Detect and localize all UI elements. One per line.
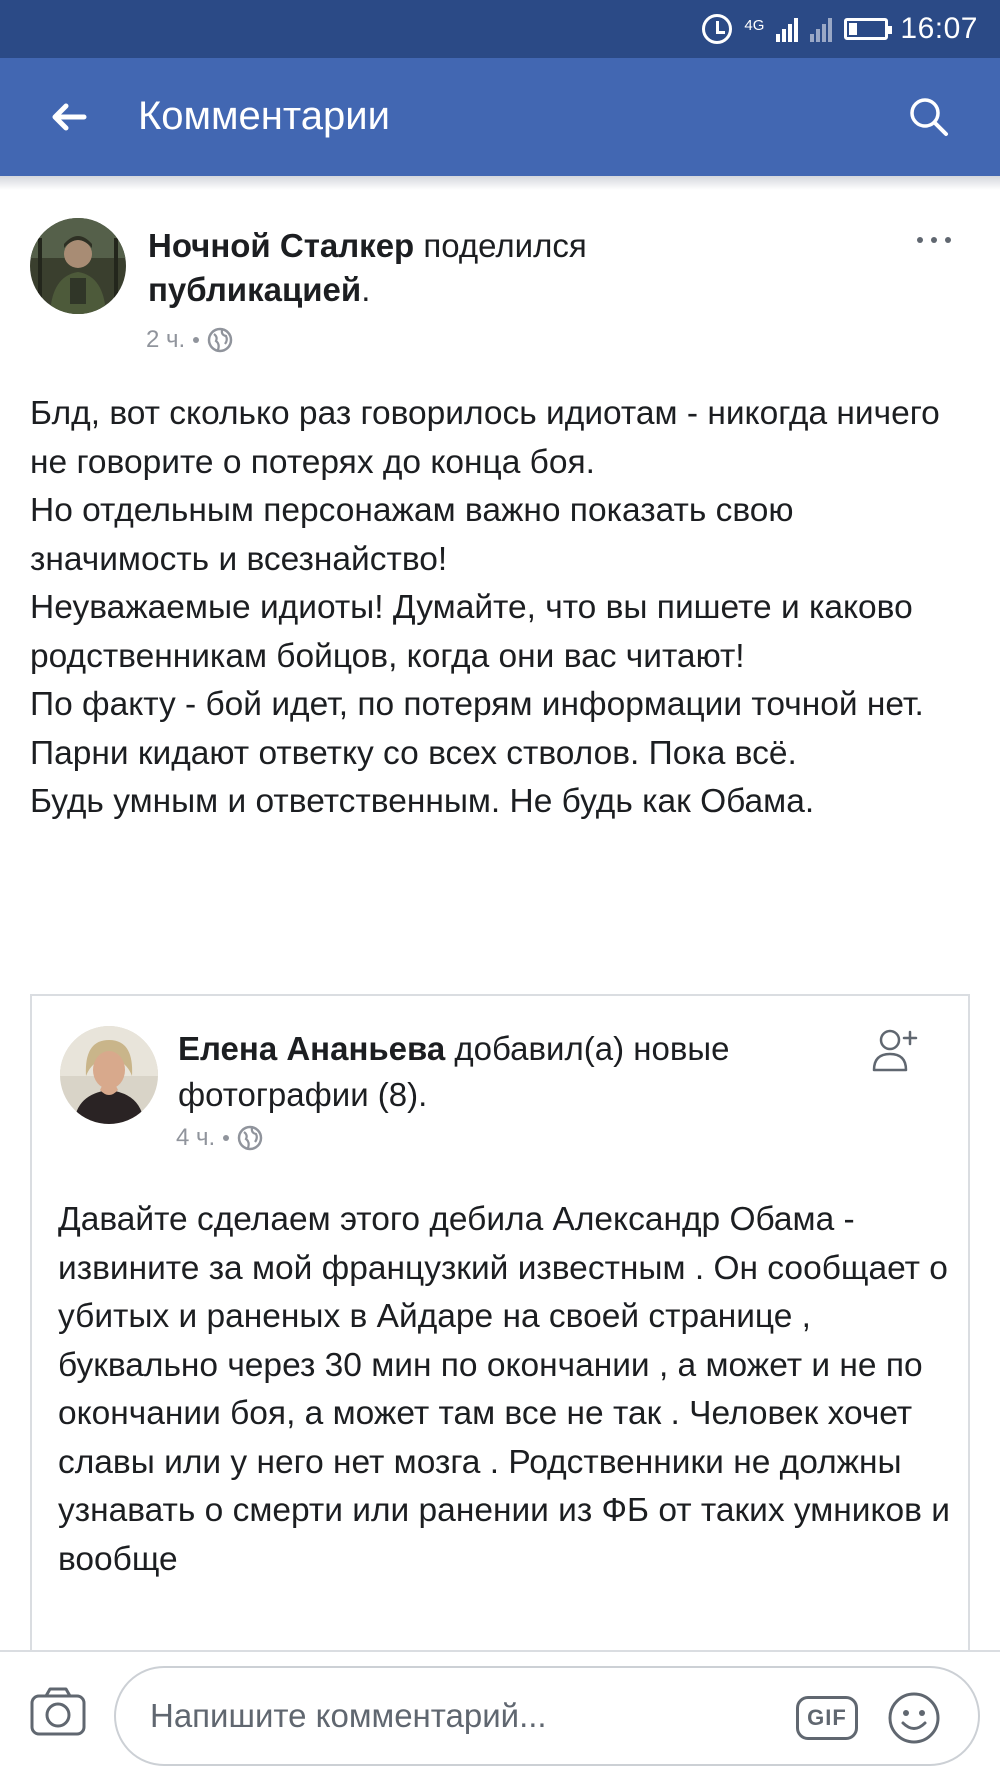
post-timestamp[interactable]: 2 ч. (146, 326, 185, 354)
post-paragraph: Будь умным и ответственным. Не будь как … (30, 783, 815, 820)
comment-placeholder: Напишите комментарий... (150, 1697, 547, 1734)
post-header-period: . (361, 271, 371, 308)
post-author-name[interactable]: Ночной Сталкер (148, 227, 414, 264)
post-shared-object[interactable]: публикацией (148, 271, 361, 308)
page-title: Комментарии (138, 94, 390, 138)
header-shadow (0, 176, 1000, 190)
more-horizontal-icon (917, 237, 923, 243)
shared-post-body: Давайте сделаем этого дебила Александр О… (58, 1201, 950, 1578)
post-paragraph: По факту - бой идет, по потерям информац… (30, 686, 924, 723)
status-icons: 4G 16:07 (702, 10, 978, 48)
post-paragraph: Неуважаемые идиоты! Думайте, что вы пише… (30, 589, 913, 675)
signal-icon (776, 16, 799, 42)
avatar-image (60, 1026, 158, 1124)
globe-icon (237, 1125, 263, 1151)
emoji-icon (888, 1692, 940, 1744)
post-header: Ночной Сталкер поделился публикацией. (148, 224, 788, 312)
post-action: поделился (423, 227, 587, 264)
clock: 16:07 (900, 12, 978, 45)
alarm-icon (702, 14, 733, 44)
add-friend-icon (872, 1029, 918, 1072)
search-icon (910, 98, 948, 136)
app-header: Комментарии (0, 58, 1000, 176)
shared-post-meta: 4 ч. (176, 1124, 263, 1152)
author-avatar[interactable] (30, 218, 126, 314)
arrow-left-icon (52, 103, 87, 131)
post-paragraph: Но отдельным персонажам важно показать с… (30, 492, 794, 578)
emoji-button[interactable] (886, 1690, 942, 1746)
separator-dot (193, 337, 200, 343)
post-meta: 2 ч. (146, 326, 233, 354)
battery-icon (844, 18, 893, 40)
network-type: 4G (744, 16, 765, 34)
shared-author-avatar[interactable] (60, 1026, 158, 1124)
shared-author-name[interactable]: Елена Ананьева (178, 1030, 445, 1067)
gif-button[interactable]: GIF (796, 1696, 858, 1740)
comment-input[interactable]: Напишите комментарий... GIF (114, 1666, 980, 1766)
camera-button[interactable] (28, 1684, 88, 1740)
shared-post-header: Елена Ананьева добавил(а) новые фотограф… (178, 1026, 778, 1118)
camera-icon (30, 1687, 86, 1736)
comment-composer: Напишите комментарий... GIF (0, 1650, 1000, 1777)
post-paragraph: Парни кидают ответку со всех стволов. По… (30, 734, 797, 772)
status-bar: 4G 16:07 (0, 0, 1000, 58)
more-options-button[interactable] (910, 230, 958, 250)
post-paragraph: Блд, вот сколько раз говорилось идиотам … (30, 395, 940, 481)
back-button[interactable] (44, 92, 94, 142)
search-button[interactable] (904, 92, 954, 142)
separator-dot (223, 1135, 230, 1141)
post-body: Блд, вот сколько раз говорилось идиотам … (30, 390, 980, 827)
add-friend-button[interactable] (866, 1020, 924, 1078)
globe-icon (207, 327, 233, 353)
signal-sim2-icon (810, 16, 833, 42)
shared-timestamp[interactable]: 4 ч. (176, 1124, 215, 1152)
avatar-image (30, 218, 126, 314)
